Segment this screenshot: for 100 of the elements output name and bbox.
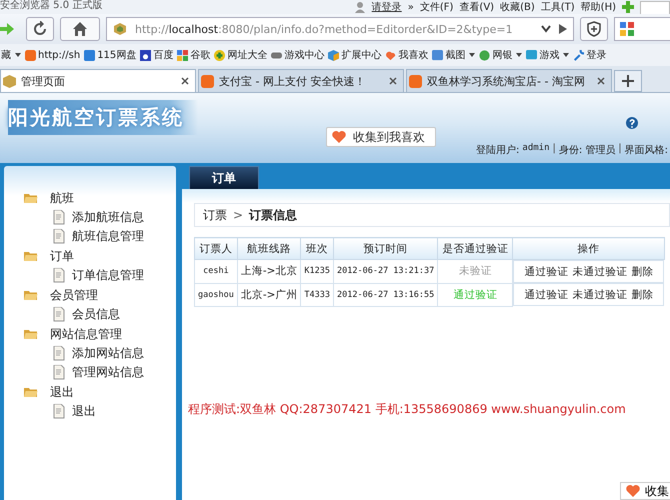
square-icon [526, 50, 538, 60]
menu-item[interactable]: 管理网站信息 [4, 363, 176, 382]
circle-icon [479, 50, 490, 60]
login-link[interactable]: 请登录 [372, 0, 402, 14]
dropdown-icon [541, 25, 551, 33]
caret-icon [516, 53, 522, 57]
menu-item[interactable]: 订单信息管理 [4, 266, 176, 285]
menu-item[interactable]: 添加航班信息 [4, 208, 176, 227]
bookmark-item[interactable]: 截图 [432, 48, 466, 62]
table-cell: 2012-06-27 13:21:37 [334, 260, 438, 283]
colored-squares-icon [619, 21, 635, 37]
app-title: 阳光航空订票系统 [8, 100, 198, 135]
user-name: admin [522, 143, 550, 155]
menu-group[interactable]: 网站信息管理 [4, 324, 176, 344]
section-tab[interactable]: 订单 [189, 166, 259, 189]
table-cell: 2012-06-27 13:16:55 [334, 283, 438, 306]
caret-icon [563, 53, 570, 57]
address-field[interactable]: http://localhost:8080/plan/info.do?method=Editorder&ID=2&type=1 [106, 17, 574, 41]
favorite-button[interactable]: 收集到我喜欢 [326, 127, 436, 147]
menu-group[interactable]: 订单 [4, 246, 176, 266]
browser-tab[interactable]: 双鱼林学习系统淘宝店- - 淘宝网 [406, 69, 612, 92]
new-tab-button[interactable] [614, 70, 642, 92]
site-icon [113, 22, 127, 36]
action-link[interactable]: 删除 [631, 264, 654, 278]
menu-item[interactable]: 添加网站信息 [4, 344, 176, 363]
document-icon [53, 307, 65, 322]
menu-group[interactable]: 航班 [4, 188, 176, 208]
bookmark-item[interactable]: http://sh [25, 50, 80, 60]
menu-item[interactable]: 文件(F) [420, 0, 454, 14]
document-icon [53, 268, 65, 283]
bookmark-item[interactable]: 登录 [573, 48, 606, 62]
search-engine-button[interactable] [614, 17, 670, 41]
shield-button[interactable] [580, 17, 608, 41]
bookmark-item[interactable]: 百度 [140, 48, 174, 62]
caret-icon [469, 53, 476, 57]
square-icon [84, 50, 96, 60]
bookmark-item[interactable]: 游戏 [526, 48, 560, 62]
breadcrumb-link[interactable]: 订票 [203, 206, 227, 224]
bookmark-item[interactable]: 扩展中心 [328, 48, 382, 62]
menu-item[interactable]: 帮助(H) [580, 0, 616, 14]
close-icon [181, 77, 189, 85]
forward-arrow-icon [0, 22, 14, 36]
menu-item[interactable]: 退出 [4, 402, 176, 421]
column-header: 操作 [512, 238, 664, 260]
more-menu-button[interactable]: » [408, 2, 414, 12]
action-link[interactable]: 删除 [631, 288, 654, 302]
table-cell: gaoshou [194, 283, 238, 306]
user-info-text: 身份: [558, 144, 582, 157]
breadcrumb-separator: > [233, 208, 244, 222]
credits-text: 程序测试:双鱼林 QQ:287307421 手机:13558690869 www.shuangyulin.com [188, 400, 627, 418]
bookmark-item[interactable]: 藏 [1, 48, 11, 62]
bookmark-item[interactable]: 游戏中心 [271, 48, 324, 62]
column-header: 航班线路 [237, 238, 301, 260]
refresh-icon [32, 21, 48, 37]
refresh-button[interactable] [26, 17, 54, 41]
menu-item[interactable]: 会员信息 [4, 305, 176, 324]
action-link[interactable]: 通过验证 [524, 264, 568, 278]
separator: | [618, 143, 622, 156]
help-icon [626, 117, 638, 129]
column-header: 是否通过验证 [438, 238, 513, 260]
action-link[interactable]: 未通过验证 [572, 264, 628, 278]
square-icon [25, 50, 36, 60]
browser-tab[interactable]: 管理页面 [0, 69, 196, 92]
heart-icon [331, 129, 347, 145]
table-cell: ceshi [194, 260, 238, 283]
status-cell: 通过验证 [438, 283, 513, 306]
home-button[interactable] [60, 17, 100, 41]
menu-item[interactable]: 收藏(B) [500, 0, 535, 14]
plus-circle-icon [214, 50, 226, 60]
separator: | [552, 143, 556, 156]
folder-icon [24, 192, 38, 204]
go-icon [559, 24, 567, 34]
plus-icon [622, 1, 634, 13]
document-icon [53, 210, 65, 225]
bookmark-item[interactable]: 网址大全 [214, 48, 268, 62]
column-header: 班次 [300, 238, 334, 260]
square-icon [201, 74, 214, 88]
bookmark-item[interactable]: 谷歌 [177, 48, 210, 62]
action-link[interactable]: 通过验证 [524, 288, 568, 302]
bookmark-item[interactable]: 115网盘 [84, 48, 136, 62]
close-icon [597, 77, 605, 85]
menu-item[interactable]: 航班信息管理 [4, 227, 176, 246]
folder-icon [24, 386, 38, 398]
browser-tab[interactable]: 支付宝 - 网上支付 安全快速！ [198, 69, 404, 92]
column-header: 订票人 [194, 238, 238, 260]
bookmark-item[interactable]: 网银 [479, 48, 512, 62]
bookmark-item[interactable]: 我喜欢 [385, 48, 428, 62]
document-icon [53, 229, 65, 244]
plus-icon [622, 75, 634, 87]
action-link[interactable]: 未通过验证 [572, 288, 628, 302]
heart-icon [385, 50, 396, 60]
table-cell: 北京->广州 [237, 283, 301, 306]
menu-item[interactable]: 工具(T) [540, 0, 575, 14]
menu-group[interactable]: 退出 [4, 382, 176, 402]
table-cell: K1235 [300, 260, 334, 283]
square-icon [409, 74, 422, 88]
menu-item[interactable]: 查看(V) [459, 0, 494, 14]
breadcrumb-current: 订票信息 [249, 206, 298, 224]
menu-group[interactable]: 会员管理 [4, 285, 176, 305]
favorite-button[interactable]: 收集 [620, 482, 670, 500]
